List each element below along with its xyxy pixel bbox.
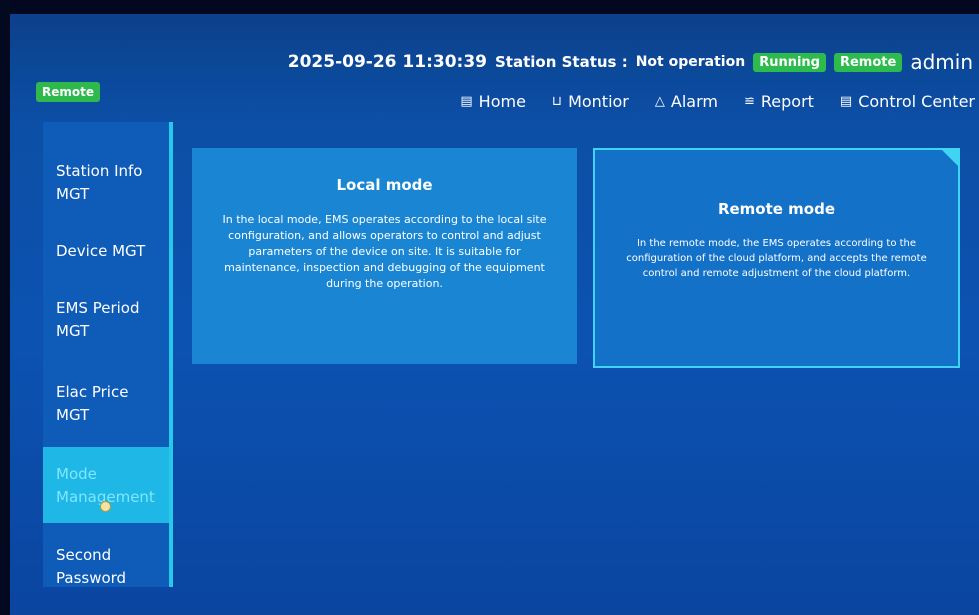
sidebar-item-label: MGT: [56, 185, 90, 203]
screen-bezel-left: [0, 0, 10, 615]
report-icon: ≌: [743, 94, 755, 109]
nav-control-center-label: Control Center: [858, 92, 975, 111]
selected-corner-icon: [942, 150, 958, 166]
sidebar-item-label: Device MGT: [56, 242, 146, 260]
sidebar-item-second-password[interactable]: Second Password: [43, 544, 169, 590]
remote-mode-button[interactable]: Remote: [36, 82, 101, 102]
remote-mode-card[interactable]: Remote mode In the remote mode, the EMS …: [593, 148, 960, 368]
station-status-label: Station Status :: [495, 53, 628, 71]
datetime: 2025-09-26 11:30:39: [287, 52, 487, 72]
user-name[interactable]: admin: [910, 50, 973, 74]
cursor-icon: [100, 501, 111, 512]
nav-report-label: Report: [760, 92, 814, 111]
remote-mode-title: Remote mode: [717, 200, 836, 218]
sidebar-item-label: Mode: [56, 465, 97, 483]
running-badge: Running: [753, 52, 826, 72]
nav-monitor[interactable]: ⊔ Montior: [552, 92, 629, 111]
home-icon: ▤: [460, 94, 473, 109]
nav-report[interactable]: ≌ Report: [744, 92, 814, 111]
remote-mode-description: In the remote mode, the EMS operates acc…: [626, 238, 927, 279]
nav-home[interactable]: ▤ Home: [460, 92, 526, 111]
sidebar-item-label: Station Info: [56, 162, 143, 180]
nav-control-center[interactable]: ▤ Control Center: [840, 92, 975, 111]
local-mode-card[interactable]: Local mode In the local mode, EMS operat…: [192, 148, 577, 364]
sidebar-item-label: MGT: [56, 322, 90, 340]
sidebar-item-station-info[interactable]: Station Info MGT: [43, 160, 169, 206]
nav-monitor-label: Montior: [568, 92, 629, 111]
sidebar-item-elac-price[interactable]: Elac Price MGT: [43, 381, 169, 427]
sidebar-item-ems-period[interactable]: EMS Period MGT: [43, 297, 169, 343]
nav-alarm-label: Alarm: [670, 92, 718, 111]
remote-badge: Remote: [833, 52, 903, 72]
sidebar-item-label: Second: [56, 546, 112, 564]
monitor-icon: ⊔: [551, 94, 563, 109]
local-mode-title: Local mode: [336, 176, 433, 194]
sidebar-item-label: Password: [56, 569, 127, 587]
nav-alarm[interactable]: △ Alarm: [655, 92, 718, 111]
status-bar: 2025-09-26 11:30:39 Station Status : Not…: [288, 50, 973, 74]
screen-bezel-top: [0, 0, 979, 14]
app-screen: 2025-09-26 11:30:39 Station Status : Not…: [10, 14, 979, 615]
local-mode-description: In the local mode, EMS operates accordin…: [222, 213, 547, 290]
nav-home-label: Home: [478, 92, 526, 111]
sidebar-item-label: Elac Price: [56, 383, 129, 401]
sidebar-item-device-mgt[interactable]: Device MGT: [43, 240, 169, 263]
sidebar-item-label: Management: [56, 488, 155, 506]
control-center-icon: ▤: [839, 94, 853, 109]
alarm-icon: △: [654, 94, 665, 109]
top-nav: ▤ Home ⊔ Montior △ Alarm ≌ Report ▤ Cont…: [460, 92, 975, 111]
sidebar-scrollbar[interactable]: [169, 122, 173, 587]
sidebar: Station Info MGT Device MGT EMS Period M…: [43, 122, 169, 587]
sidebar-item-label: EMS Period: [56, 299, 140, 317]
sidebar-item-label: MGT: [56, 406, 90, 424]
station-status-value: Not operation: [635, 54, 746, 70]
